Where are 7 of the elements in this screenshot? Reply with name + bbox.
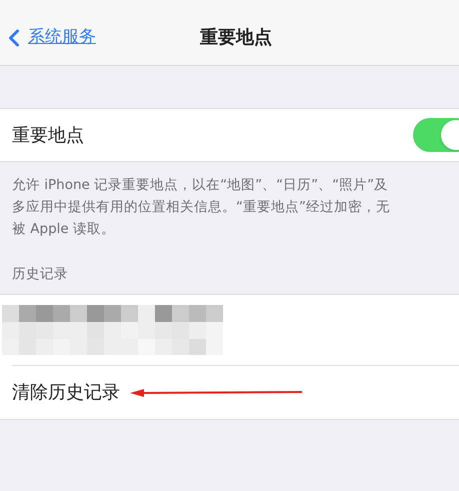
description-text: 允许 iPhone 记录重要地点，以在“地图”、“日历”、“照片”及 多应用中提供有用的位置相关信息。“重要地点”经过加密，无 被 Apple 读取。 [11,176,391,239]
back-button[interactable]: 系统服务 [0,24,96,52]
setting-label: 重要地点 [12,124,84,148]
clear-history-button[interactable]: 清除历史记录 [12,379,120,406]
toggle-switch[interactable] [413,118,459,152]
page-title: 重要地点 [200,26,272,50]
section-header: 历史记录 [11,265,69,284]
